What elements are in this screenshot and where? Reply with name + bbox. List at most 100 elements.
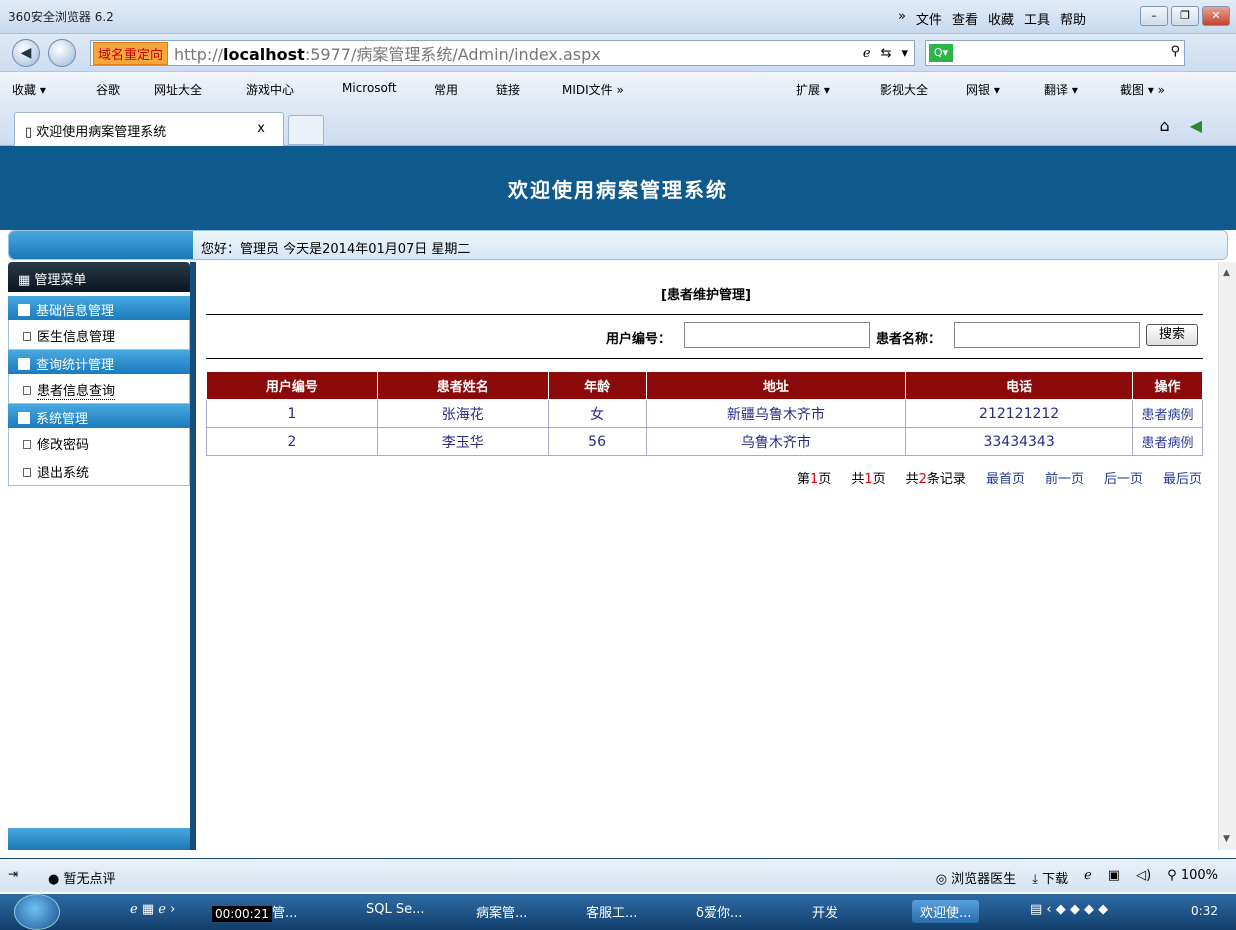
close-window-button[interactable]: ✕ bbox=[1202, 6, 1230, 26]
task-item[interactable]: 病案管... bbox=[476, 902, 527, 921]
first-page-link[interactable]: 最首页 bbox=[986, 468, 1025, 487]
search-icon[interactable]: ⚲ bbox=[1170, 44, 1180, 59]
sidebar-item-logout[interactable]: 退出系统 bbox=[8, 456, 190, 486]
rating-text[interactable]: ● 暂无点评 bbox=[48, 868, 116, 887]
tray-icons[interactable]: ▤ ‹ ◆ ◆ ◆ ◆ bbox=[1030, 902, 1108, 917]
browser-doctor[interactable]: ◎ 浏览器医生 bbox=[936, 868, 1017, 887]
patient-name-label: 患者名称： bbox=[876, 332, 942, 347]
favorites-bar: 收藏 ▾ 谷歌 网址大全 游戏中心 Microsoft 常用 链接 MIDI文件… bbox=[0, 72, 1236, 106]
fav-translate[interactable]: 翻译 ▾ bbox=[1044, 81, 1078, 98]
fav-common[interactable]: 常用 bbox=[434, 81, 458, 98]
new-tab-button[interactable] bbox=[288, 115, 324, 145]
task-item-active[interactable]: 欢迎使... bbox=[912, 900, 980, 923]
section-system[interactable]: 系统管理 bbox=[8, 404, 190, 428]
user-id-input[interactable] bbox=[684, 322, 870, 348]
section-query-stats[interactable]: 查询统计管理 bbox=[8, 350, 190, 374]
task-item[interactable]: 客服工... bbox=[586, 902, 637, 921]
section-basic-info[interactable]: 基础信息管理 bbox=[8, 296, 190, 320]
fav-video[interactable]: 影视大全 bbox=[880, 81, 928, 98]
download-button[interactable]: ⤓ 下载 bbox=[1032, 868, 1068, 887]
fav-screenshot[interactable]: 截图 ▾ » bbox=[1120, 81, 1165, 98]
maximize-button[interactable]: ❐ bbox=[1171, 6, 1199, 26]
user-id-label: 用户编号： bbox=[606, 332, 672, 347]
dropdown-chevron-icon[interactable]: ▾ bbox=[901, 46, 908, 61]
menu-file[interactable]: 文件 bbox=[916, 9, 942, 28]
task-item[interactable]: δ爱你... bbox=[696, 902, 742, 921]
address-bar[interactable]: 域名重定向 http://localhost:5977/病案管理系统/Admin… bbox=[90, 40, 915, 66]
total-pages: 共1页 bbox=[851, 472, 886, 487]
task-item[interactable]: 管... bbox=[272, 902, 297, 921]
redirect-badge[interactable]: 域名重定向 bbox=[93, 41, 169, 65]
tab-close-button[interactable]: x bbox=[257, 121, 265, 136]
search-engine-icon[interactable]: Q▾ bbox=[929, 44, 953, 62]
search-button[interactable]: 搜索 bbox=[1146, 324, 1198, 346]
tab-tools: ⌂ ◀ bbox=[1160, 116, 1202, 135]
patient-case-link[interactable]: 患者病例 bbox=[1132, 427, 1203, 456]
quicklaunch-icons[interactable]: ℯ ▦ ℯ › bbox=[130, 902, 175, 917]
fav-collect[interactable]: 收藏 ▾ bbox=[12, 81, 46, 98]
prev-page-link[interactable]: 前一页 bbox=[1045, 468, 1084, 487]
next-page-link[interactable]: 后一页 bbox=[1104, 468, 1143, 487]
sidebar-item-patient-query[interactable]: 患者信息查询 bbox=[8, 374, 190, 404]
sidebar: ▦ 管理菜单 基础信息管理 医生信息管理 查询统计管理 患者信息查询 系统管理 … bbox=[8, 262, 190, 850]
app-banner: 欢迎使用病案管理系统 bbox=[0, 146, 1236, 230]
col-address: 地址 bbox=[645, 371, 907, 400]
status-tools: ◎ 浏览器医生 ⤓ 下载 ℯ ▣ ◁) ⚲ 100% bbox=[936, 868, 1218, 887]
fav-midi[interactable]: MIDI文件 » bbox=[562, 81, 624, 98]
task-item[interactable]: 开发 bbox=[812, 902, 838, 921]
fav-extensions[interactable]: 扩展 ▾ bbox=[796, 81, 830, 98]
minimize-button[interactable]: – bbox=[1140, 6, 1168, 26]
main-content: [患者维护管理] 用户编号： 患者名称： 搜索 用户编号 患者姓名 年龄 地址 … bbox=[196, 262, 1216, 850]
forward-button[interactable] bbox=[48, 39, 76, 67]
info-bar-cap bbox=[9, 231, 193, 259]
last-page-link[interactable]: 最后页 bbox=[1163, 468, 1202, 487]
zoom-level[interactable]: ⚲ 100% bbox=[1167, 868, 1218, 887]
start-button[interactable] bbox=[14, 894, 60, 930]
task-item[interactable]: SQL Se... bbox=[366, 902, 425, 917]
fav-microsoft[interactable]: Microsoft bbox=[342, 81, 397, 95]
clock[interactable]: 0:32 bbox=[1191, 904, 1218, 918]
menu-tools[interactable]: 工具 bbox=[1024, 9, 1050, 28]
grid-icon: ▦ bbox=[18, 273, 35, 288]
table-row: 2 李玉华 56 乌鲁木齐市 33434343 患者病例 bbox=[206, 427, 1203, 456]
cell-age: 56 bbox=[547, 427, 647, 456]
sidebar-footer bbox=[8, 828, 190, 850]
sidebar-item-doctor-info[interactable]: 医生信息管理 bbox=[8, 320, 190, 350]
tab-row: ▯ 欢迎使用病案管理系统 x ⌂ ◀ bbox=[0, 106, 1236, 146]
page-info: 第1页 bbox=[797, 472, 832, 487]
menu-help[interactable]: 帮助 bbox=[1060, 9, 1086, 28]
fav-links[interactable]: 链接 bbox=[496, 81, 520, 98]
vertical-scrollbar[interactable]: ▲ ▼ bbox=[1218, 262, 1236, 850]
sound-icon[interactable]: ◁) bbox=[1136, 868, 1151, 887]
menu-more[interactable]: » bbox=[898, 9, 906, 28]
cell-address: 乌鲁木齐市 bbox=[645, 427, 907, 456]
patient-case-link[interactable]: 患者病例 bbox=[1132, 399, 1203, 428]
cell-address: 新疆乌鲁木齐市 bbox=[645, 399, 907, 428]
pager: 第1页 共1页 共2条记录 最首页 前一页 后一页 最后页 bbox=[797, 468, 1202, 487]
back-button[interactable]: ◀ bbox=[12, 39, 40, 67]
scroll-up-icon[interactable]: ▲ bbox=[1223, 268, 1230, 278]
refresh-icon[interactable]: ⇆ bbox=[881, 46, 892, 61]
scroll-down-icon[interactable]: ▼ bbox=[1223, 834, 1230, 844]
patient-name-input[interactable] bbox=[954, 322, 1140, 348]
search-box[interactable]: Q▾ ⚲ bbox=[925, 40, 1185, 66]
panel-toggle-icon[interactable]: ⇥ bbox=[8, 867, 18, 881]
section-icon bbox=[18, 358, 30, 370]
fav-google[interactable]: 谷歌 bbox=[96, 81, 120, 98]
window-icon[interactable]: ▣ bbox=[1108, 868, 1120, 887]
cell-age: 女 bbox=[547, 399, 647, 428]
undo-arrow-icon[interactable]: ◀ bbox=[1190, 116, 1202, 135]
menu-view[interactable]: 查看 bbox=[952, 9, 978, 28]
fav-bank[interactable]: 网银 ▾ bbox=[966, 81, 1000, 98]
col-phone: 电话 bbox=[905, 371, 1134, 400]
home-icon[interactable]: ⌂ bbox=[1160, 116, 1170, 135]
fav-hao[interactable]: 网址大全 bbox=[154, 81, 202, 98]
info-bar: 您好：管理员 今天是2014年01月07日 星期二 bbox=[8, 230, 1228, 260]
ie-icon[interactable]: ℯ bbox=[1084, 868, 1092, 887]
url-text[interactable]: http://localhost:5977/病案管理系统/Admin/index… bbox=[174, 41, 601, 65]
sidebar-item-change-password[interactable]: 修改密码 bbox=[8, 428, 190, 456]
fav-games[interactable]: 游戏中心 bbox=[246, 81, 294, 98]
menu-favorites[interactable]: 收藏 bbox=[988, 9, 1014, 28]
ie-mode-icon[interactable]: ℯ bbox=[863, 46, 871, 61]
browser-tab[interactable]: ▯ 欢迎使用病案管理系统 x bbox=[14, 112, 284, 146]
